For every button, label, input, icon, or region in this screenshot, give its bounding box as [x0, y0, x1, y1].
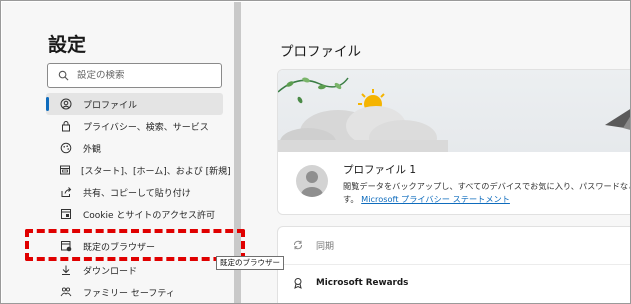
sidebar-item-privacy[interactable]: プライバシー、検索、サービス	[46, 115, 223, 137]
profile-description-prefix: す。	[343, 194, 359, 204]
profile-card: プロファイル 1 閲覧データをバックアップし、すべてのデバイスでお気に入り、パス…	[277, 69, 631, 215]
active-indicator	[46, 97, 49, 111]
sidebar-item-share[interactable]: 共有、コピーして貼り付け	[46, 181, 223, 203]
appearance-icon	[59, 141, 73, 155]
rewards-icon	[291, 276, 305, 290]
lock-icon	[59, 119, 73, 133]
profile-icon	[59, 97, 73, 111]
profile-banner-illustration	[278, 70, 630, 156]
sync-label: 同期	[316, 241, 335, 252]
sidebar-item-start-home-newtab[interactable]: [スタート]、[ホーム]、および [新規] タブ	[46, 159, 252, 181]
main-content: プロファイル プロファイル 1 閲覧データをバックアップし、すべてのデバイスでお…	[241, 2, 631, 303]
sidebar-item-label: ダウンロード	[83, 266, 138, 277]
sidebar-item-label: 外観	[83, 144, 102, 155]
highlight-box-default-browser	[25, 229, 245, 261]
rewards-row[interactable]: Microsoft Rewards	[278, 265, 630, 301]
search-input[interactable]	[77, 70, 217, 81]
sidebar-item-label: Cookie とサイトのアクセス許可	[83, 210, 215, 221]
start-home-icon	[59, 163, 71, 177]
family-icon	[59, 285, 73, 299]
sidebar-item-label: [スタート]、[ホーム]、および [新規] タブ	[81, 166, 252, 177]
cookie-icon	[59, 207, 73, 221]
profile-row[interactable]: プロファイル 1 閲覧データをバックアップし、すべてのデバイスでお気に入り、パス…	[278, 152, 631, 214]
sidebar-item-appearance[interactable]: 外観	[46, 137, 223, 159]
sidebar-item-label: プライバシー、検索、サービス	[83, 122, 209, 133]
profile-name: プロファイル 1	[343, 164, 417, 176]
profile-description: 閲覧データをバックアップし、すべてのデバイスでお気に入り、パスワードなどを表	[343, 181, 631, 191]
search-icon	[58, 70, 69, 81]
profile-description-continued: す。 Microsoft プライバシー ステートメント	[343, 193, 510, 205]
sync-row[interactable]: 同期	[278, 227, 630, 263]
sidebar-item-label: ファミリー セーフティ	[83, 288, 175, 299]
tooltip: 既定のブラウザー	[216, 256, 284, 270]
sidebar-item-downloads[interactable]: ダウンロード	[46, 259, 223, 281]
sync-icon	[291, 238, 305, 252]
avatar	[296, 165, 328, 197]
download-icon	[59, 263, 73, 277]
share-icon	[59, 185, 73, 199]
settings-list: 同期 Microsoft Rewards	[277, 226, 630, 303]
sidebar-item-cookies[interactable]: Cookie とサイトのアクセス許可	[46, 203, 223, 225]
search-box[interactable]	[47, 63, 222, 88]
cloud-sun-illustration	[278, 77, 630, 156]
settings-window: 設定 プロファイル プライバシー、検索、サービス	[0, 0, 631, 304]
settings-title: 設定	[48, 34, 87, 56]
sidebar-item-family-safety[interactable]: ファミリー セーフティ	[46, 281, 223, 303]
privacy-statement-link[interactable]: Microsoft プライバシー ステートメント	[361, 194, 510, 204]
person-icon	[301, 171, 323, 197]
sidebar-item-label: プロファイル	[83, 100, 138, 111]
rewards-label: Microsoft Rewards	[316, 278, 409, 288]
page-title: プロファイル	[280, 44, 361, 60]
sidebar-item-profile[interactable]: プロファイル	[46, 93, 223, 115]
sidebar-item-label: 共有、コピーして貼り付け	[83, 188, 191, 199]
